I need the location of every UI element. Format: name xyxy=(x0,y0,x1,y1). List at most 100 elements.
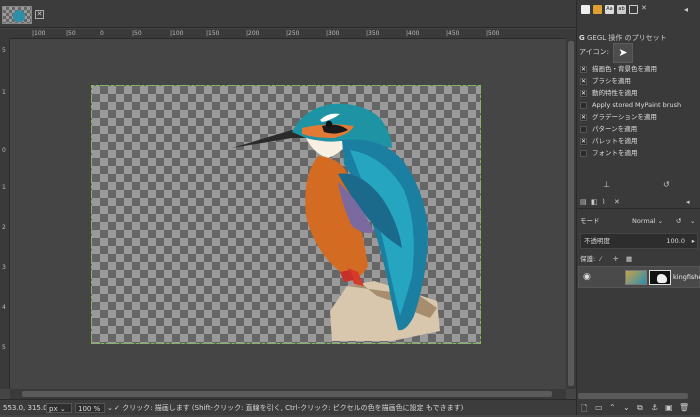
ruler-tick: |500 xyxy=(486,30,500,37)
mode-reset-icon[interactable]: ↺ xyxy=(676,214,681,228)
option-palette[interactable]: ✕ パレットを適用 xyxy=(580,136,638,147)
option-brush[interactable]: ✕ ブラシを適用 xyxy=(580,76,631,87)
gegl-icon: G xyxy=(579,34,585,42)
lock-position-icon[interactable]: ✛ xyxy=(613,253,618,265)
layer-name[interactable]: kingfishe xyxy=(673,273,700,281)
ruler-tick: 5 xyxy=(2,47,6,54)
ruler-tick: 1 xyxy=(2,89,6,96)
close-icon[interactable]: ✕ xyxy=(641,5,647,12)
ruler-tick: |350 xyxy=(366,30,380,37)
duplicate-layer-icon[interactable]: ⧉ xyxy=(637,403,643,413)
ruler-tick: |50 xyxy=(66,30,76,37)
image-tab-thumbnail[interactable] xyxy=(2,6,32,24)
vertical-scrollbar[interactable] xyxy=(566,29,576,389)
checkbox-checked[interactable]: ✕ xyxy=(580,89,587,97)
chevron-down-icon: ⌄ xyxy=(59,405,66,413)
anchor-layer-icon[interactable]: ⚓ xyxy=(651,403,658,412)
channels-tab-icon[interactable]: ◧ xyxy=(591,198,598,206)
panel-menu-icon[interactable]: ◂ xyxy=(684,5,688,14)
vertical-ruler[interactable]: 5 1 0 1 2 3 4 5 xyxy=(0,39,10,389)
zoom-value: 100 % xyxy=(78,405,101,413)
panel-menu-icon[interactable]: ◂ xyxy=(686,198,690,206)
option-pattern[interactable]: パターンを適用 xyxy=(580,124,637,135)
icon-label: アイコン: xyxy=(579,48,610,56)
ruler-tick: |50 xyxy=(132,30,142,37)
ruler-tick: |100 xyxy=(32,30,46,37)
ruler-tick: |200 xyxy=(246,30,260,37)
option-dynamics[interactable]: ✕ 動的特性を適用 xyxy=(580,88,638,99)
ruler-corner[interactable] xyxy=(0,29,10,39)
tool-icon: ✓ xyxy=(114,404,120,412)
option-gradient[interactable]: ✕ グラデーションを適用 xyxy=(580,112,657,123)
presets-tab-icon[interactable] xyxy=(629,5,638,14)
ruler-tick: 0 xyxy=(2,147,6,154)
lower-layer-icon[interactable]: ⌄ xyxy=(623,403,630,412)
eye-icon[interactable]: ◉ xyxy=(583,272,591,282)
checkbox-checked[interactable]: ✕ xyxy=(580,113,587,121)
option-fg-bg[interactable]: ✕ 描画色・背景色を適用 xyxy=(580,64,657,75)
mask-layer-icon[interactable]: ▣ xyxy=(665,403,673,412)
ruler-tick: |100 xyxy=(170,30,184,37)
tool-options-tab-icon[interactable] xyxy=(581,5,590,14)
opacity-value: 100.0 xyxy=(666,237,685,245)
delete-layer-icon[interactable]: 🗑 xyxy=(679,403,689,412)
fonts-tab-icon[interactable]: Aa xyxy=(605,5,614,14)
opacity-slider[interactable]: 不透明度 100.0 ▸ xyxy=(580,233,698,249)
ruler-tick: |150 xyxy=(206,30,220,37)
image-canvas[interactable] xyxy=(91,85,481,344)
new-group-icon[interactable]: ▭ xyxy=(595,403,603,412)
lock-alpha-icon[interactable]: ▦ xyxy=(626,253,632,265)
checkbox-unchecked[interactable] xyxy=(580,101,587,109)
unit-value: px xyxy=(49,405,58,413)
checkbox-unchecked[interactable] xyxy=(580,149,587,157)
checkbox-checked[interactable]: ✕ xyxy=(580,65,587,73)
chevron-down-icon[interactable]: ⌄ xyxy=(690,214,695,228)
checkbox-unchecked[interactable] xyxy=(580,125,587,133)
ruler-tick: |250 xyxy=(286,30,300,37)
ruler-tick: 3 xyxy=(2,264,6,271)
status-bar: 553.0, 315.0 px ⌄ 100 % ⌄ ✓ クリック: 描画します … xyxy=(0,399,576,415)
checkbox-checked[interactable]: ✕ xyxy=(580,137,587,145)
checkbox-checked[interactable]: ✕ xyxy=(580,77,587,85)
ruler-tick: 0 xyxy=(100,30,104,37)
ruler-tick: |300 xyxy=(326,30,340,37)
option-font[interactable]: フォントを適用 xyxy=(580,148,638,159)
horizontal-ruler[interactable]: |100 |50 0 |50 |100 |150 |200 |250 |300 … xyxy=(10,29,566,39)
ruler-tick: 5 xyxy=(2,344,6,351)
layers-tab-bar: ▤ ◧ ⌇ ✕ ◂ xyxy=(578,197,700,209)
paths-tab-icon[interactable]: ⌇ xyxy=(602,198,605,206)
mode-select[interactable]: Normal ⌄ xyxy=(632,214,663,228)
layers-scrollbar[interactable] xyxy=(578,393,688,399)
chevron-down-icon: ⌄ xyxy=(657,217,664,225)
layer-row[interactable]: ◉ kingfishe xyxy=(578,266,700,288)
ruler-tick: 4 xyxy=(2,304,6,311)
layer-thumbnail xyxy=(625,270,647,285)
unit-select[interactable]: px ⌄ xyxy=(46,403,72,413)
lock-pixels-icon[interactable]: ⁄ xyxy=(600,253,601,265)
ruler-tick: |400 xyxy=(406,30,420,37)
stepper-icon[interactable]: ▸ xyxy=(692,234,695,248)
option-mypaint[interactable]: Apply stored MyPaint brush xyxy=(580,100,681,111)
layers-panel: ▤ ◧ ⌇ ✕ ◂ モード Normal ⌄ ↺ ⌄ 不透明度 100.0 ▸ … xyxy=(578,197,700,415)
lock-row: 保護: ⁄ ✛ ▦ xyxy=(580,253,633,265)
ruler-tick: 2 xyxy=(2,224,6,231)
horizontal-scrollbar[interactable] xyxy=(10,389,566,399)
close-icon[interactable]: ✕ xyxy=(614,198,620,206)
zoom-select[interactable]: 100 % xyxy=(75,403,105,413)
mode-row: モード Normal ⌄ ↺ ⌄ xyxy=(580,214,698,228)
status-message: ✓ クリック: 描画します (Shift-クリック: 直線を引く, Ctrl-ク… xyxy=(114,404,464,412)
image-tab-bar: ✕ xyxy=(0,0,576,28)
close-icon[interactable]: ✕ xyxy=(35,10,44,19)
reset-icon[interactable]: ↺ xyxy=(663,180,670,189)
layer-mask-thumbnail xyxy=(649,270,671,285)
chevron-down-icon[interactable]: ⌄ xyxy=(107,403,113,413)
pointer-icon[interactable]: ➤ xyxy=(613,43,633,63)
raise-layer-icon[interactable]: ⌃ xyxy=(609,403,616,412)
pointer-coordinates: 553.0, 315.0 xyxy=(3,404,48,412)
ruler-tick: 1 xyxy=(2,184,6,191)
layers-tab-icon[interactable]: ▤ xyxy=(580,198,587,206)
brushes-tab-icon[interactable] xyxy=(593,5,602,14)
kingfisher-image xyxy=(232,103,440,341)
save-preset-icon[interactable]: ⊥ xyxy=(603,180,610,189)
doc-history-tab-icon[interactable]: ab xyxy=(617,5,626,14)
